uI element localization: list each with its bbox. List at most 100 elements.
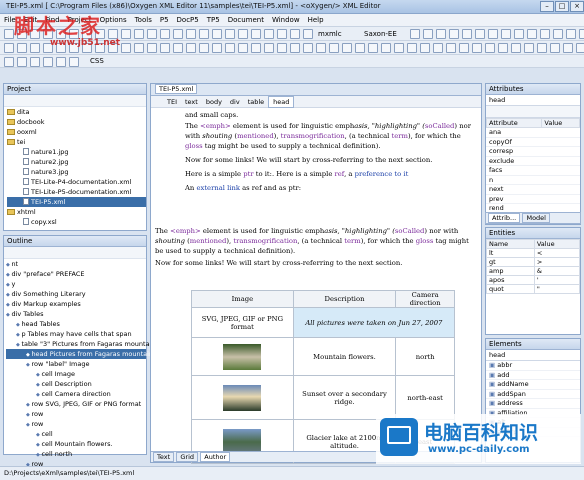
project-item[interactable]: nature2.jpg [7, 157, 146, 167]
toolbar-icon[interactable] [43, 57, 53, 67]
project-item[interactable]: TEI-P5.xml [7, 197, 146, 207]
toolbar-icon[interactable] [212, 29, 222, 39]
toolbar-icon[interactable] [30, 57, 40, 67]
outline-item[interactable]: ◆ head Tables [6, 319, 146, 329]
toolbar-icon[interactable] [212, 43, 222, 53]
editor-content[interactable]: and small caps. The <emph> element is us… [185, 110, 475, 193]
toolbar-icon[interactable] [368, 43, 378, 53]
outline-filter[interactable] [4, 247, 146, 259]
toolbar-icon[interactable] [173, 29, 183, 39]
toolbar-icon[interactable] [225, 29, 235, 39]
toolbar-icon[interactable] [121, 43, 131, 53]
menu-window[interactable]: Window [268, 14, 304, 26]
toolbar-icon[interactable] [4, 29, 14, 39]
project-item[interactable]: xhtml [7, 207, 146, 217]
breadcrumb-item[interactable]: text [181, 97, 202, 107]
attribute-row[interactable]: prev [486, 195, 580, 204]
outline-item[interactable]: ◆ p Tables may have cells that span [6, 329, 146, 339]
toolbar-icon[interactable] [30, 43, 40, 53]
entity-row[interactable]: quot " [486, 284, 581, 294]
attribute-row[interactable]: copyOf [486, 138, 580, 147]
model-side-tab[interactable]: Model [522, 213, 550, 223]
toolbar-icon[interactable] [576, 43, 584, 53]
toolbar-icon[interactable] [277, 43, 287, 53]
outline-item[interactable]: ◆ div Tables [6, 309, 146, 319]
outline-item[interactable]: ◆ cell Camera direction [6, 389, 146, 399]
toolbar-icon[interactable] [277, 29, 287, 39]
toolbar-icon[interactable] [199, 29, 209, 39]
attribute-row[interactable]: ana [486, 128, 580, 138]
processor-combo[interactable]: Saxon-EE [364, 30, 397, 38]
toolbar-icon[interactable] [498, 43, 508, 53]
project-item[interactable]: TEI-Lite-P4-documentation.xml [7, 177, 146, 187]
mode-grid-tab[interactable]: Grid [176, 452, 199, 462]
toolbar-icon[interactable] [4, 43, 14, 53]
toolbar-icon[interactable] [69, 57, 79, 67]
project-item[interactable]: copy.xsl [7, 217, 146, 227]
element-row[interactable]: ▣ add [486, 371, 580, 380]
toolbar-icon[interactable] [475, 29, 485, 39]
minimize-button[interactable]: – [540, 1, 554, 12]
breadcrumb-item[interactable]: TEI [163, 97, 181, 107]
toolbar-icon[interactable] [147, 29, 157, 39]
outline-item[interactable]: ◆ cell Image [6, 369, 146, 379]
outline-item[interactable]: ◆ nt [6, 259, 146, 269]
element-row[interactable]: ▣ abbr [486, 361, 580, 371]
menu-help[interactable]: Help [304, 14, 328, 26]
toolbar-icon[interactable] [446, 43, 456, 53]
project-item[interactable]: nature3.jpg [7, 167, 146, 177]
toolbar-icon[interactable] [381, 43, 391, 53]
toolbar-icon[interactable] [329, 43, 339, 53]
entity-row[interactable]: apos ' [486, 275, 581, 285]
toolbar-icon[interactable] [251, 43, 261, 53]
css-label[interactable]: CSS [90, 57, 104, 65]
entity-row[interactable]: gt > [486, 257, 581, 267]
close-button[interactable]: × [570, 1, 584, 12]
toolbar-icon[interactable] [459, 43, 469, 53]
toolbar-icon[interactable] [449, 29, 459, 39]
attributes-element-combo[interactable]: head [486, 95, 580, 106]
outline-item[interactable]: ◆ row "label" Image [6, 359, 146, 369]
menu-p5[interactable]: P5 [156, 14, 173, 26]
outline-item[interactable]: ◆ row SVG, JPEG, GIF or PNG format [6, 399, 146, 409]
toolbar-icon[interactable] [537, 43, 547, 53]
element-row[interactable]: ▣ addName [486, 380, 580, 390]
element-row[interactable]: ▣ address [486, 399, 580, 409]
element-row[interactable]: ▣ addSpan [486, 390, 580, 399]
outline-item[interactable]: ◆ table "3" Pictures from Fagaras mounta… [6, 339, 156, 349]
breadcrumb-item[interactable]: table [244, 97, 268, 107]
toolbar-icon[interactable] [17, 57, 27, 67]
breadcrumb-item[interactable]: div [226, 97, 244, 107]
toolbar-icon[interactable] [251, 29, 261, 39]
outline-item[interactable]: ◆ row [6, 419, 146, 429]
toolbar-icon[interactable] [342, 43, 352, 53]
outline-item[interactable]: ◆ cell Description [6, 379, 146, 389]
toolbar-icon[interactable] [488, 29, 498, 39]
toolbar-icon[interactable] [436, 29, 446, 39]
toolbar-icon[interactable] [472, 43, 482, 53]
attribute-row[interactable]: corresp [486, 147, 580, 157]
toolbar-icon[interactable] [501, 29, 511, 39]
outline-item[interactable]: ◆ row [6, 409, 146, 419]
toolbar-icon[interactable] [4, 57, 14, 67]
editor-content-repeat[interactable]: The <emph> element is used for linguisti… [155, 226, 477, 268]
attribute-row[interactable]: facs [486, 166, 580, 176]
breadcrumb-item[interactable]: body [202, 97, 226, 107]
entity-row[interactable]: amp & [486, 266, 581, 276]
toolbar-icon[interactable] [462, 29, 472, 39]
toolbar-icon[interactable] [511, 43, 521, 53]
toolbar-icon[interactable] [186, 29, 196, 39]
toolbar-icon[interactable] [147, 43, 157, 53]
menu-tp5[interactable]: TP5 [203, 14, 224, 26]
toolbar-icon[interactable] [514, 29, 524, 39]
toolbar-icon[interactable] [160, 43, 170, 53]
toolbar-icon[interactable] [160, 29, 170, 39]
outline-item[interactable]: ◆ cell Mountain flowers. [6, 439, 146, 449]
project-item[interactable]: nature1.jpg [7, 147, 146, 157]
project-item[interactable]: ooxml [7, 127, 146, 137]
toolbar-icon[interactable] [199, 43, 209, 53]
toolbar-icon[interactable] [121, 29, 131, 39]
toolbar-icon[interactable] [264, 29, 274, 39]
attribute-row[interactable]: next [486, 185, 580, 195]
maximize-button[interactable]: □ [555, 1, 569, 12]
